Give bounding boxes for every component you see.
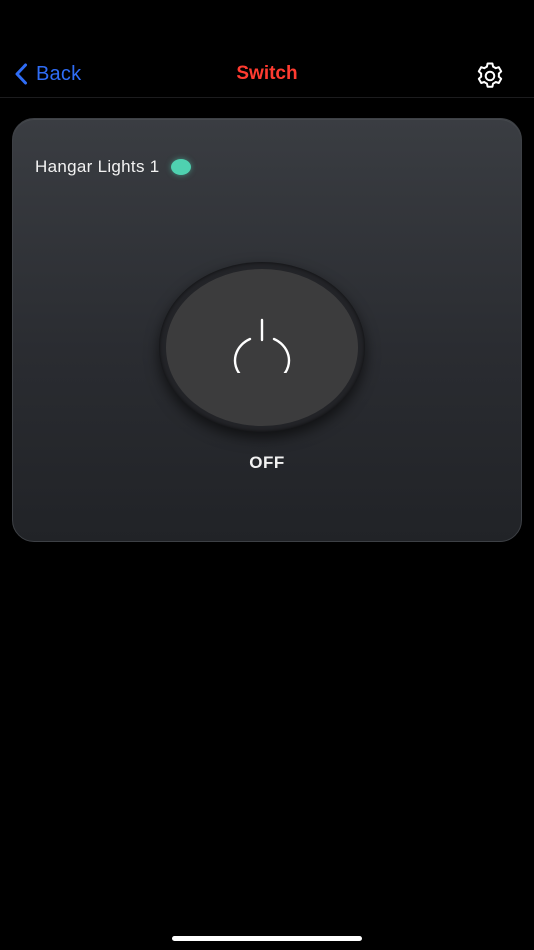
settings-button[interactable]	[474, 60, 506, 92]
device-name: Hangar Lights 1	[35, 157, 160, 176]
page-title: Switch	[236, 63, 298, 84]
power-button[interactable]	[166, 269, 358, 426]
power-icon	[231, 317, 293, 386]
device-header: Hangar Lights 1	[35, 157, 191, 177]
navigation-bar: Back Switch	[0, 50, 534, 98]
home-indicator[interactable]	[172, 936, 362, 941]
power-state-label: OFF	[249, 453, 285, 472]
switch-card: Hangar Lights 1 OFF	[12, 118, 522, 542]
status-indicator	[170, 159, 191, 175]
gear-icon	[474, 62, 506, 96]
screen: Back Switch Hangar Lights 1 OFF	[0, 0, 534, 950]
